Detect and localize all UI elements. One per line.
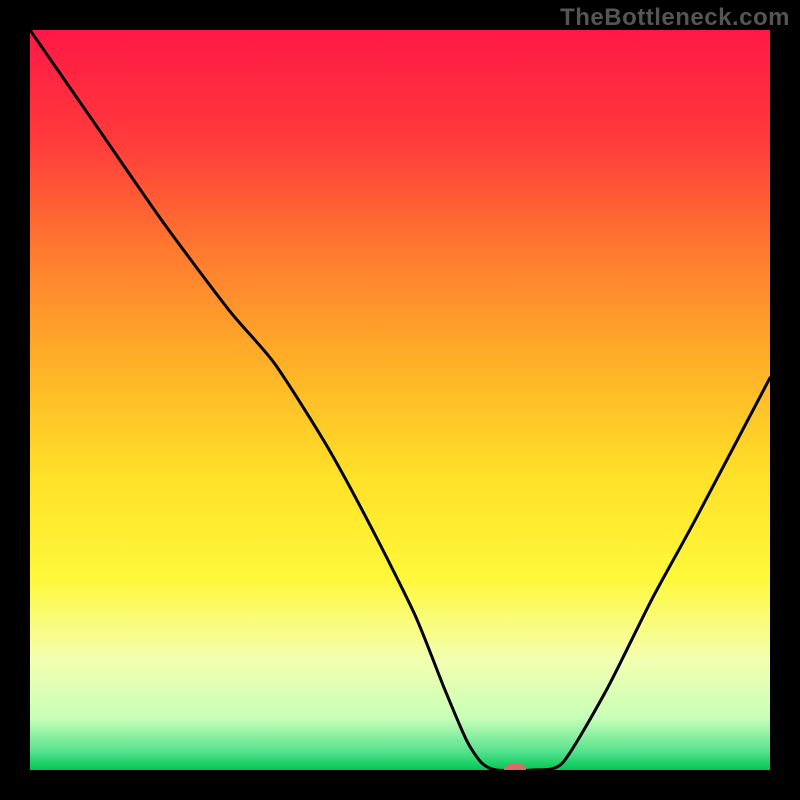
- marker: [504, 764, 526, 770]
- curve-layer: [30, 30, 770, 770]
- watermark-text: TheBottleneck.com: [560, 4, 790, 32]
- chart-frame: TheBottleneck.com: [0, 0, 800, 800]
- plot-area: [30, 30, 770, 770]
- bottleneck-curve: [30, 30, 770, 770]
